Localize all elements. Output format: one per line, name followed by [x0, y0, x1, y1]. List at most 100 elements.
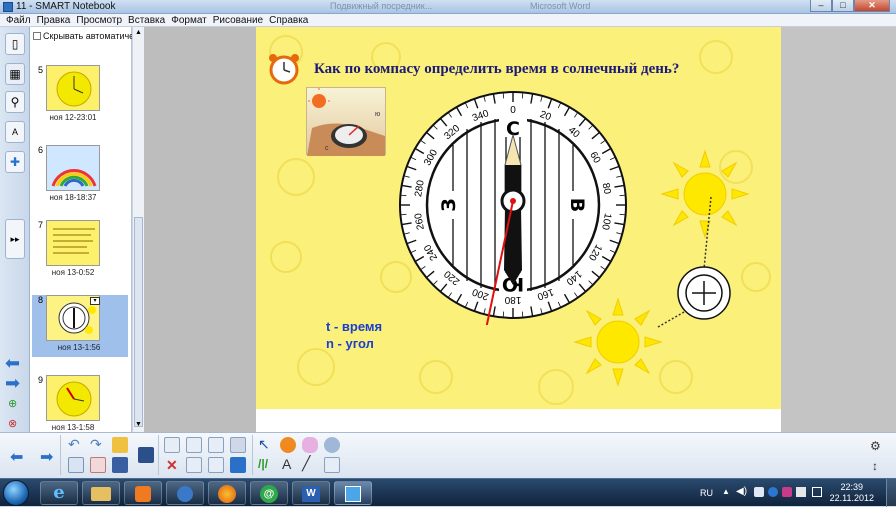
document-camera-icon[interactable]: [208, 437, 224, 453]
text-icon[interactable]: A: [282, 456, 291, 472]
attachments-tab-icon[interactable]: ⚲: [5, 91, 25, 113]
page-thumbnail[interactable]: 9 ноя 13-1:58: [38, 375, 104, 437]
move-toolbar-icon[interactable]: ↕: [872, 459, 878, 473]
menu-insert[interactable]: Вставка: [125, 14, 168, 26]
page-thumbnail[interactable]: 6 ноя 18-18:37: [38, 145, 104, 207]
delete-page-icon[interactable]: [90, 457, 106, 473]
menu-bar: Файл Правка Просмотр Вставка Формат Рисо…: [0, 14, 896, 27]
paste-icon[interactable]: [164, 437, 180, 453]
clock[interactable]: 22:39 22.11.2012: [830, 482, 874, 504]
start-button[interactable]: [3, 480, 29, 506]
table-icon[interactable]: [208, 457, 224, 473]
delete-icon[interactable]: ✕: [166, 457, 178, 474]
tray-smart-icon[interactable]: [782, 487, 792, 497]
app-icon: [3, 2, 13, 12]
full-screen-icon[interactable]: [186, 457, 202, 473]
thumbnail-menu-icon[interactable]: ▾: [90, 297, 100, 305]
redo-icon[interactable]: ↷: [90, 436, 102, 453]
pens-icon[interactable]: /|/: [258, 457, 268, 471]
legend-angle: n - угол: [326, 336, 374, 351]
compass-letter-east: В: [566, 198, 588, 212]
fill-icon[interactable]: [324, 437, 340, 453]
slide-title: Как по компасу определить время в солнеч…: [314, 61, 680, 77]
page-label: ноя 13-1:58: [51, 423, 95, 432]
compass-tick: [400, 194, 407, 197]
page-number: 8: [38, 295, 44, 305]
compass-tick: [400, 213, 407, 216]
show-hidden-icons-icon[interactable]: ▲: [722, 487, 730, 496]
main-toolbar: ⬅ ➡ ↶ ↷ ✕ ↖ /|/ A ╱ ⚙ ↕: [0, 432, 896, 478]
add-page-icon[interactable]: [68, 457, 84, 473]
next-page-arrow-icon[interactable]: ➡: [5, 373, 20, 394]
taskbar-word-icon[interactable]: W: [292, 481, 330, 505]
menu-file[interactable]: Файл: [3, 14, 34, 26]
thumbnail-image: [46, 145, 100, 191]
select-cursor-icon[interactable]: ↖: [258, 436, 270, 453]
language-indicator[interactable]: RU: [700, 488, 713, 498]
creative-pen-icon[interactable]: [324, 457, 340, 473]
delete-page-icon[interactable]: ⊗: [8, 417, 17, 430]
sorter-scrollbar[interactable]: ▲ ▼: [132, 27, 144, 432]
menu-help[interactable]: Справка: [266, 14, 311, 26]
page-thumbnail[interactable]: 7 ноя 13-0:52: [38, 220, 104, 282]
open-file-icon[interactable]: [112, 437, 128, 453]
page-thumbnail[interactable]: 5 ноя 12-23:01: [38, 65, 104, 127]
scroll-down-icon[interactable]: ▼: [135, 421, 142, 428]
menu-edit[interactable]: Правка: [34, 14, 74, 26]
screen-shade-icon[interactable]: [138, 447, 154, 463]
menu-view[interactable]: Просмотр: [73, 14, 125, 26]
menu-format[interactable]: Формат: [168, 14, 210, 26]
clock-date: 22.11.2012: [829, 493, 874, 503]
taskbar-paint-icon[interactable]: [166, 481, 204, 505]
compass-tick: [619, 194, 626, 197]
taskbar-smart-notebook-icon[interactable]: [334, 481, 372, 505]
next-page-icon[interactable]: ➡: [40, 447, 53, 467]
page-number: 5: [38, 65, 44, 75]
page-thumbnail-selected[interactable]: 8 ▾ ноя 13-1:56: [32, 295, 128, 357]
page-label: ноя 13-0:52: [51, 268, 95, 277]
legend: t - время n - угол: [326, 318, 382, 352]
pen-tool-icon[interactable]: [280, 437, 296, 453]
collapse-panel-icon[interactable]: ▸▸: [5, 219, 25, 259]
scale-label: 0: [510, 105, 516, 116]
close-button[interactable]: ✕: [854, 0, 890, 12]
minimize-button[interactable]: –: [810, 0, 832, 12]
maximize-button[interactable]: □: [832, 0, 854, 12]
page-number: 6: [38, 145, 44, 155]
gallery-tab-icon[interactable]: ▦: [5, 63, 25, 85]
undo-icon[interactable]: ↶: [68, 436, 80, 453]
tray-network-icon[interactable]: [768, 487, 778, 497]
line-icon[interactable]: ╱: [302, 455, 310, 472]
scroll-up-icon[interactable]: ▲: [135, 29, 142, 36]
show-desktop-button[interactable]: [886, 479, 896, 507]
add-page-icon[interactable]: ⊕: [8, 397, 17, 410]
taskbar-ie-icon[interactable]: e: [40, 481, 78, 505]
shapes-gallery-icon[interactable]: [230, 437, 246, 453]
checkbox-icon[interactable]: [33, 32, 41, 40]
tray-app-icon[interactable]: [754, 487, 764, 497]
taskbar-media-player-icon[interactable]: [124, 481, 162, 505]
addons-tab-icon[interactable]: ✚: [5, 151, 25, 173]
screen-capture-icon[interactable]: [186, 437, 202, 453]
previous-page-arrow-icon[interactable]: ⬅: [5, 353, 20, 374]
volume-icon[interactable]: ◀): [736, 486, 747, 497]
page-sorter: Скрывать автоматическ 5 ноя 12-23:01 6 н…: [30, 27, 143, 432]
compass-tick: [521, 311, 524, 318]
previous-page-icon[interactable]: ⬅: [10, 447, 23, 467]
autohide-checkbox[interactable]: Скрывать автоматическ: [33, 31, 143, 41]
properties-tab-icon[interactable]: A: [5, 121, 25, 143]
taskbar-explorer-icon[interactable]: [82, 481, 120, 505]
tray-display-icon[interactable]: [812, 487, 822, 497]
taskbar-agent-icon[interactable]: @: [250, 481, 288, 505]
page-sorter-tab-icon[interactable]: ▯: [5, 33, 25, 55]
close-x-icon[interactable]: [230, 457, 246, 473]
save-icon[interactable]: [112, 457, 128, 473]
window-title: 11 - SMART Notebook: [16, 1, 116, 12]
tray-flag-icon[interactable]: [796, 487, 806, 497]
settings-gear-icon[interactable]: ⚙: [870, 439, 881, 453]
eraser-icon[interactable]: [302, 437, 318, 453]
menu-draw[interactable]: Рисование: [210, 14, 266, 26]
scrollbar-thumb[interactable]: [134, 217, 143, 427]
slide-page[interactable]: Как по компасу определить время в солнеч…: [256, 27, 781, 432]
taskbar-firefox-icon[interactable]: [208, 481, 246, 505]
